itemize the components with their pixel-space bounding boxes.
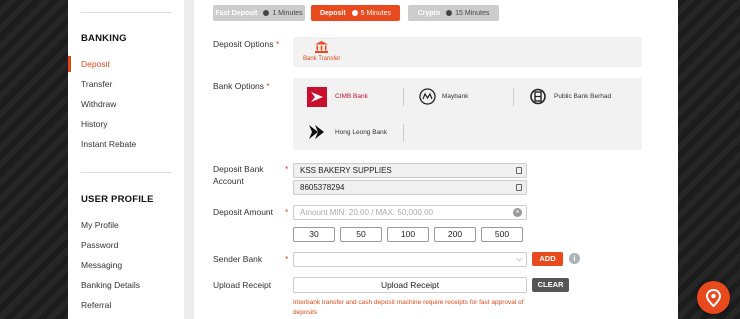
clear-input-icon[interactable]: × xyxy=(513,208,522,217)
clock-icon xyxy=(446,9,453,16)
quick-amount-100[interactable]: 100 xyxy=(387,227,429,242)
clear-button[interactable]: CLEAR xyxy=(532,278,569,292)
add-bank-button[interactable]: ADD xyxy=(532,252,563,266)
clock-icon xyxy=(263,9,270,16)
sidebar-item-password[interactable]: Password xyxy=(81,240,118,250)
bank-building-icon xyxy=(315,41,328,53)
sidebar-divider xyxy=(81,12,171,13)
tab-deposit[interactable]: Deposit 5 Minutes xyxy=(311,5,400,21)
page-background-left xyxy=(0,0,68,319)
upload-receipt-button[interactable]: Upload Receipt xyxy=(293,277,527,293)
required-mark: * xyxy=(285,164,289,174)
required-mark: * xyxy=(285,207,289,217)
tab-time: 15 Minutes xyxy=(446,10,489,17)
bank-divider xyxy=(403,88,404,106)
sidebar-item-banking-details[interactable]: Banking Details xyxy=(81,280,140,290)
sidebar: BANKING Deposit Transfer Withdraw Histor… xyxy=(68,0,184,319)
sidebar-item-messaging[interactable]: Messaging xyxy=(81,260,122,270)
copy-icon[interactable] xyxy=(516,167,522,174)
tab-time: 1 Minutes xyxy=(263,9,303,17)
quick-amount-50[interactable]: 50 xyxy=(340,227,382,242)
public-bank-logo-icon xyxy=(530,88,546,105)
info-icon[interactable]: i xyxy=(569,253,580,264)
hong-leong-logo-icon xyxy=(309,125,324,139)
maybank-logo-icon xyxy=(419,88,436,105)
sidebar-item-referral[interactable]: Referral xyxy=(81,300,111,310)
sidebar-item-history[interactable]: History xyxy=(81,119,107,129)
tab-time: 5 Minutes xyxy=(351,9,392,17)
tab-name: Crypto xyxy=(417,9,441,17)
tab-time-text: 1 Minutes xyxy=(272,9,303,17)
bank-option-maybank[interactable]: Maybank xyxy=(419,88,509,108)
sidebar-item-instant-rebate[interactable]: Instant Rebate xyxy=(81,139,136,149)
bank-option-hong-leong[interactable]: Hong Leong Bank xyxy=(309,124,409,144)
sender-bank-select[interactable]: ⌵ xyxy=(293,252,527,267)
account-number-field[interactable]: 8605378294 xyxy=(293,180,527,195)
bank-options-panel: CIMB Bank Maybank Public Bank Berhad Hon… xyxy=(293,78,642,150)
sender-bank-label: Sender Bank xyxy=(213,254,263,264)
location-pin-icon xyxy=(706,289,721,307)
tab-crypto[interactable]: Crypto 15 Minutes xyxy=(408,5,499,21)
tab-fast-deposit[interactable]: Fast Deposit 1 Minutes xyxy=(213,5,305,21)
bank-transfer-option[interactable]: Bank Transfer xyxy=(303,41,341,65)
active-marker xyxy=(68,56,71,72)
quick-amount-200[interactable]: 200 xyxy=(434,227,476,242)
bank-name-cimb: CIMB Bank xyxy=(335,93,368,100)
bank-options-label: Bank Options * xyxy=(213,81,270,91)
bank-name-hong-leong: Hong Leong Bank xyxy=(335,129,388,136)
user-profile-heading: USER PROFILE xyxy=(81,194,154,205)
amount-placeholder: Amount MIN: 20.00 / MAX: 50,000.00 xyxy=(300,208,433,217)
upload-receipt-label: Upload Receipt xyxy=(213,280,272,290)
deposit-options-label: Deposit Options * xyxy=(213,39,280,49)
bank-option-cimb[interactable]: CIMB Bank xyxy=(307,87,407,107)
account-number-value: 8605378294 xyxy=(300,183,345,192)
tab-time-text: 5 Minutes xyxy=(360,9,392,17)
sidebar-item-transfer[interactable]: Transfer xyxy=(81,79,112,89)
receipt-note: Interbank transfer and cash deposit mach… xyxy=(293,299,524,316)
tab-time-text: 15 Minutes xyxy=(455,9,490,17)
deposit-amount-label: Deposit Amount xyxy=(213,207,274,217)
deposit-options-panel: Bank Transfer xyxy=(293,37,642,67)
amount-input[interactable]: Amount MIN: 20.00 / MAX: 50,000.00 × xyxy=(293,205,527,220)
clock-icon xyxy=(351,9,358,16)
banking-heading: BANKING xyxy=(81,33,127,44)
quick-amount-500[interactable]: 500 xyxy=(481,227,523,242)
account-name-field[interactable]: KSS BAKERY SUPPLIES xyxy=(293,163,527,178)
live-chat-button[interactable] xyxy=(697,281,730,314)
cimb-logo-icon xyxy=(307,87,327,107)
bank-divider xyxy=(513,88,514,106)
deposit-bank-account-label: Deposit Bank Account xyxy=(213,164,264,186)
bank-option-public-bank[interactable]: Public Bank Berhad xyxy=(530,88,640,108)
account-name-value: KSS BAKERY SUPPLIES xyxy=(300,166,392,175)
chevron-down-icon: ⌵ xyxy=(516,256,522,263)
bank-name-public-bank: Public Bank Berhad xyxy=(554,93,612,100)
tab-name: Deposit xyxy=(319,9,346,17)
copy-icon[interactable] xyxy=(516,184,522,191)
deposit-form: Fast Deposit 1 Minutes Deposit 5 Minutes… xyxy=(194,0,678,319)
page-background-right xyxy=(678,0,740,319)
sidebar-item-my-profile[interactable]: My Profile xyxy=(81,220,119,230)
sidebar-item-deposit[interactable]: Deposit xyxy=(81,59,110,69)
quick-amount-30[interactable]: 30 xyxy=(293,227,335,242)
bank-transfer-label: Bank Transfer xyxy=(303,56,341,62)
bank-divider xyxy=(403,124,404,142)
bank-name-maybank: Maybank xyxy=(442,93,469,100)
sidebar-divider xyxy=(81,172,171,173)
column-separator xyxy=(184,0,194,319)
sidebar-item-withdraw[interactable]: Withdraw xyxy=(81,99,116,109)
required-mark: * xyxy=(285,254,289,264)
tab-name: Fast Deposit xyxy=(215,9,258,17)
